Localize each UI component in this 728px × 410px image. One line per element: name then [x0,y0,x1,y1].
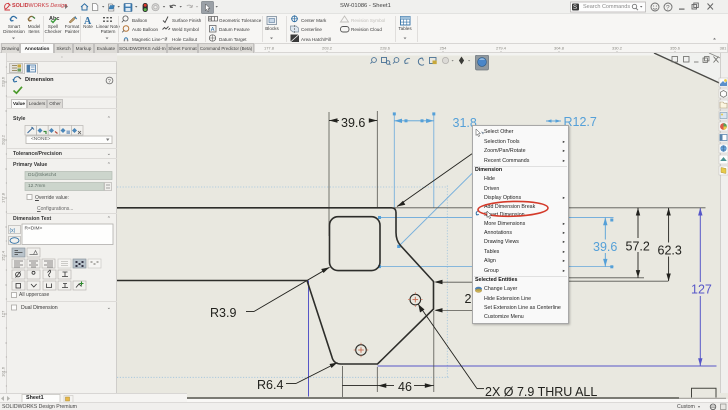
svg-text:39.6: 39.6 [341,116,365,130]
svg-text:254: 254 [440,46,447,51]
svg-text:330.2: 330.2 [612,46,623,51]
svg-text:(x): (x) [10,228,16,234]
svg-text:⌐ø: ⌐ø [162,37,168,43]
svg-text:A: A [211,27,215,33]
svg-text:R<DIM>: R<DIM> [25,226,43,232]
svg-text:101.6: 101.6 [1,366,6,377]
svg-text:355.6: 355.6 [670,46,681,51]
svg-text:279.4: 279.4 [496,46,507,51]
svg-text:62.3: 62.3 [658,244,682,258]
svg-text:152.4: 152.4 [1,250,6,261]
svg-text:S: S [573,5,577,11]
svg-text:228.6: 228.6 [1,76,6,87]
svg-text:203.2: 203.2 [1,134,6,145]
svg-text:39.6: 39.6 [593,240,617,254]
svg-text:57.2: 57.2 [626,240,650,254]
svg-text:127: 127 [1,310,6,317]
svg-text:2X Ø 7.9 THRU ALL: 2X Ø 7.9 THRU ALL [485,385,597,399]
svg-text:127: 127 [691,283,712,297]
svg-text:177.8: 177.8 [264,46,275,51]
svg-text:228.6: 228.6 [380,46,391,51]
svg-text:46: 46 [398,380,412,394]
svg-text:R6.4: R6.4 [257,378,283,392]
svg-text:304.8: 304.8 [554,46,565,51]
svg-text:177.8: 177.8 [1,192,6,203]
svg-text:381: 381 [720,46,727,51]
svg-text:?: ? [666,4,670,11]
svg-text:203.2: 203.2 [322,46,333,51]
svg-text:R3.9: R3.9 [210,306,236,320]
svg-text:?: ? [108,79,111,85]
